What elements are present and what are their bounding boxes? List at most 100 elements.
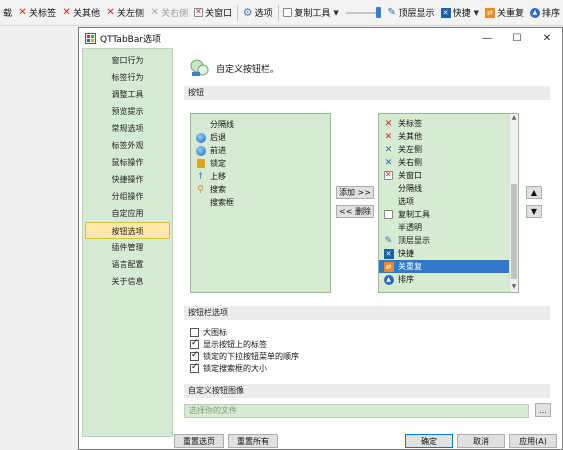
list-item[interactable]: ✕ 关右侧: [379, 156, 518, 169]
sidebar-item-groups[interactable]: 分组操作: [83, 188, 172, 205]
move-down-button[interactable]: ▼: [526, 205, 542, 218]
list-item[interactable]: 半透明: [379, 221, 518, 234]
lock-dropdown-order-option[interactable]: 锁定的下拉按钮菜单的顺序: [190, 350, 299, 362]
toolbar-item-partial[interactable]: 载: [0, 3, 15, 23]
close-button[interactable]: ✕: [532, 28, 562, 48]
show-labels-option[interactable]: 显示按钮上的标签: [190, 338, 267, 350]
toolbar-separator: [237, 4, 238, 21]
sidebar-item-appearance[interactable]: 标签外观: [83, 137, 172, 154]
list-item[interactable]: ✕ 关左侧: [379, 143, 518, 156]
image-file-input[interactable]: 选择你的文件: [184, 404, 529, 418]
list-item[interactable]: 搜索框: [191, 196, 330, 209]
shortcut-button[interactable]: ✕ 快捷 ▼: [438, 3, 482, 23]
list-item[interactable]: ✎ 顶层显示: [379, 234, 518, 247]
available-buttons-list[interactable]: 分隔线 后退 前进 锁定 ↑ 上移 ⚲ 搜索 搜索框: [190, 113, 331, 293]
list-item[interactable]: ⚲ 搜索: [191, 183, 330, 196]
selected-buttons-list[interactable]: ✕关标签 ✕关其他 ✕关左侧 ✕关右侧 关窗口 分隔线 选项 复制工具 半透明 …: [378, 113, 519, 293]
minimize-button[interactable]: —: [472, 28, 502, 48]
sidebar-item-language[interactable]: 语言配置: [83, 256, 172, 273]
list-item[interactable]: 前进: [191, 144, 330, 157]
maximize-button[interactable]: ☐: [502, 28, 532, 48]
main-toolbar: 载 ✕关标签 ✕关其他 ✕关左侧 ✕关右侧 关窗口 ⚙选项 复制工具▼ ✎顶层显…: [0, 0, 563, 26]
custom-image-section-header: 自定义按钮图像: [184, 384, 550, 398]
options-button[interactable]: ⚙ 选项: [240, 3, 276, 23]
option-label: 锁定搜索框的大小: [203, 363, 267, 373]
large-icons-checkbox[interactable]: [190, 327, 199, 337]
shortcut-icon: ✕: [440, 7, 451, 18]
cancel-button[interactable]: 取消: [457, 434, 505, 448]
scroll-down-icon[interactable]: ▼: [510, 283, 518, 292]
list-item[interactable]: 分隔线: [379, 182, 518, 195]
sidebar-item-shortcuts[interactable]: 快捷操作: [83, 171, 172, 188]
close-left-button[interactable]: ✕ 关左侧: [103, 3, 147, 23]
blank-icon: [194, 119, 207, 130]
close-window-button[interactable]: 关窗口: [191, 3, 235, 23]
list-item[interactable]: ▲ 排序: [379, 273, 518, 286]
list-item[interactable]: 选项: [379, 195, 518, 208]
apply-button[interactable]: 应用(A): [509, 434, 557, 448]
sidebar-item-apps[interactable]: 自定应用: [83, 205, 172, 222]
list-item[interactable]: 后退: [191, 131, 330, 144]
chevron-down-icon: ▼: [333, 8, 339, 17]
transparency-slider[interactable]: [345, 6, 381, 18]
move-up-button[interactable]: ▲: [526, 186, 542, 199]
duplicate-icon: ⇄: [484, 7, 495, 18]
list-item-selected[interactable]: ⇄ 关重复: [379, 260, 518, 273]
large-icons-option[interactable]: 大图标: [190, 326, 227, 338]
list-item[interactable]: ✕ 关标签: [379, 117, 518, 130]
sort-button[interactable]: ▲ 排序: [527, 3, 563, 23]
window-titlebar[interactable]: QTTabBar选项 — ☐ ✕: [79, 28, 562, 48]
window-content: 窗口行为 标签行为 调整工具 预览提示 常规选项 标签外观 鼠标操作 快捷操作 …: [79, 48, 562, 449]
add-button[interactable]: 添加 >>: [336, 186, 374, 199]
list-item[interactable]: 分隔线: [191, 118, 330, 131]
list-item-label: 前进: [210, 146, 226, 155]
sort-icon: ▲: [529, 7, 540, 18]
lock-searchbox-size-option[interactable]: 锁定搜索框的大小: [190, 362, 267, 374]
list-scrollbar[interactable]: ▲ ▼: [509, 114, 518, 292]
ok-button[interactable]: 确定: [405, 434, 453, 448]
sidebar-item-mouse[interactable]: 鼠标操作: [83, 154, 172, 171]
list-item-label: 复制工具: [398, 210, 430, 219]
close-duplicates-button[interactable]: ⇄ 关重复: [482, 3, 527, 23]
topmost-button[interactable]: ✎ 顶层显示: [385, 3, 438, 23]
sidebar-item-about[interactable]: 关于信息: [83, 273, 172, 290]
sidebar-item-plugins[interactable]: 插件管理: [83, 239, 172, 256]
toolbar-label: 选项: [254, 9, 273, 19]
scrollbar-thumb[interactable]: [511, 184, 517, 279]
browse-button[interactable]: ...: [535, 403, 551, 417]
sidebar-item-tab-behavior[interactable]: 标签行为: [83, 69, 172, 86]
list-item[interactable]: 复制工具: [379, 208, 518, 221]
list-item[interactable]: ✕ 快捷: [379, 247, 518, 260]
button-bar-icon: [190, 59, 209, 76]
list-item[interactable]: ↑ 上移: [191, 170, 330, 183]
close-right-button[interactable]: ✕ 关右侧: [147, 3, 191, 23]
close-left-icon: ✕: [384, 144, 393, 155]
list-item[interactable]: 关窗口: [379, 169, 518, 182]
close-others-button[interactable]: ✕ 关其他: [59, 3, 103, 23]
list-item[interactable]: 锁定: [191, 157, 330, 170]
sidebar-item-button-options[interactable]: 按钮选项: [85, 222, 170, 239]
list-item-label: 顶层显示: [398, 236, 430, 245]
lock-dropdown-order-checkbox[interactable]: [190, 350, 199, 361]
forward-icon: [194, 145, 207, 156]
close-tab-button[interactable]: ✕ 关标签: [15, 3, 59, 23]
list-item-label: 锁定: [210, 159, 226, 168]
remove-button[interactable]: << 删除: [336, 205, 374, 218]
buttons-section-header: 按钮: [184, 86, 550, 100]
copy-icon: [283, 8, 293, 17]
show-labels-checkbox[interactable]: [190, 338, 199, 349]
sidebar-item-tweaks[interactable]: 调整工具: [83, 86, 172, 103]
list-item[interactable]: ✕ 关其他: [379, 130, 518, 143]
lock-searchbox-size-checkbox[interactable]: [190, 362, 199, 373]
sidebar-item-general[interactable]: 常规选项: [83, 120, 172, 137]
sidebar-item-tooltips[interactable]: 预览提示: [83, 103, 172, 120]
reset-page-button[interactable]: 重置选页: [174, 434, 224, 448]
sidebar-item-window-behavior[interactable]: 窗口行为: [83, 52, 172, 69]
slider-thumb[interactable]: [375, 6, 381, 18]
reset-all-button[interactable]: 重置所有: [228, 434, 278, 448]
scroll-up-icon[interactable]: ▲: [510, 114, 518, 123]
toolbar-label: 复制工具: [294, 9, 331, 19]
toolbar-label: 关窗口: [205, 9, 233, 19]
copy-tools-button[interactable]: 复制工具 ▼: [280, 3, 341, 23]
blank-icon: [382, 222, 395, 233]
